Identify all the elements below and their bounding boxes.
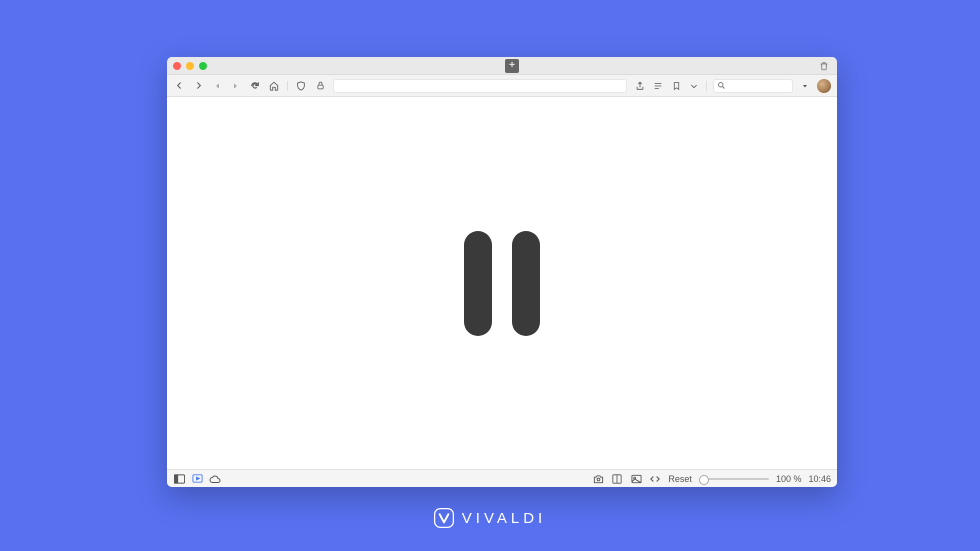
traffic-lights (173, 62, 207, 70)
search-dropdown-button[interactable] (799, 80, 811, 92)
home-icon (269, 81, 279, 91)
image-toggle-button[interactable] (630, 473, 642, 485)
back-button[interactable] (173, 80, 185, 92)
pause-icon (464, 231, 540, 336)
reload-button[interactable] (249, 80, 261, 92)
panel-toggle-button[interactable] (173, 473, 185, 485)
site-info-button[interactable] (314, 80, 326, 92)
image-icon (631, 474, 642, 484)
fast-forward-button[interactable] (230, 80, 242, 92)
toolbar-divider (287, 81, 288, 91)
play-outline-icon (192, 473, 203, 484)
shield-icon (296, 81, 306, 91)
search-box[interactable] (713, 79, 793, 93)
triangle-down-icon (802, 83, 808, 89)
tab-strip: + (207, 59, 817, 73)
rewind-button[interactable] (211, 80, 223, 92)
fast-forward-icon (232, 82, 240, 90)
share-icon (635, 81, 645, 91)
clock-label: 10:46 (808, 474, 831, 484)
trash-closed-tabs-button[interactable] (817, 61, 831, 71)
lock-icon (316, 81, 325, 90)
new-tab-button[interactable]: + (505, 59, 519, 73)
vivaldi-logo-icon (434, 508, 454, 528)
toolbar-right (634, 79, 831, 93)
profile-avatar-button[interactable] (817, 79, 831, 93)
bookmark-icon (672, 81, 681, 91)
zoom-reset-button[interactable]: Reset (668, 474, 692, 484)
plus-icon: + (509, 61, 515, 71)
address-bar[interactable] (333, 79, 627, 93)
browser-window: + (167, 57, 837, 487)
break-mode-button[interactable] (191, 473, 203, 485)
minimize-window-button[interactable] (186, 62, 194, 70)
navigation-toolbar (167, 75, 837, 97)
maximize-window-button[interactable] (199, 62, 207, 70)
tiling-icon (612, 474, 622, 484)
chevron-right-icon (194, 81, 203, 90)
zoom-slider[interactable] (699, 478, 769, 480)
trash-icon (819, 61, 829, 71)
panel-icon (174, 474, 185, 484)
title-bar: + (167, 57, 837, 75)
zoom-level-label: 100 % (776, 474, 802, 484)
share-button[interactable] (634, 80, 646, 92)
status-bar: Reset 100 % 10:46 (167, 469, 837, 487)
page-content (167, 97, 837, 469)
forward-button[interactable] (192, 80, 204, 92)
tiling-button[interactable] (611, 473, 623, 485)
reload-icon (250, 81, 260, 91)
bookmark-button[interactable] (670, 80, 682, 92)
sync-status-button[interactable] (209, 473, 221, 485)
capture-button[interactable] (592, 473, 604, 485)
chevron-down-icon (690, 82, 698, 90)
reader-icon (653, 81, 663, 91)
camera-icon (593, 474, 604, 484)
toolbar-divider (706, 81, 707, 91)
close-window-button[interactable] (173, 62, 181, 70)
reader-view-button[interactable] (652, 80, 664, 92)
status-right: Reset 100 % 10:46 (592, 473, 831, 485)
chevron-left-icon (175, 81, 184, 90)
status-left (173, 473, 221, 485)
search-icon (717, 81, 726, 90)
rewind-icon (213, 82, 221, 90)
downloads-button[interactable] (688, 80, 700, 92)
cloud-icon (209, 474, 221, 484)
code-icon (650, 474, 660, 484)
shield-button[interactable] (295, 80, 307, 92)
brand-footer: VIVALDI (0, 508, 980, 528)
brand-name: VIVALDI (462, 510, 546, 527)
home-button[interactable] (268, 80, 280, 92)
page-actions-button[interactable] (649, 473, 661, 485)
